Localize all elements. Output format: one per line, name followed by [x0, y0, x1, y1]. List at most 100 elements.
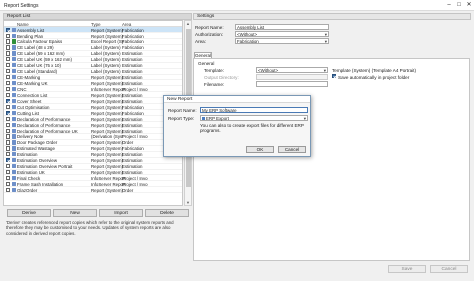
save-button[interactable]: Save [388, 265, 426, 273]
row-checkbox[interactable] [6, 170, 11, 175]
row-checkbox[interactable] [6, 146, 11, 151]
row-checkbox[interactable] [6, 86, 11, 92]
row-type: Label (System) [91, 69, 121, 75]
report-icon [11, 176, 16, 181]
row-area: Fabrication [122, 39, 144, 45]
row-name: CE-Marking [17, 75, 41, 81]
row-checkbox[interactable] [6, 81, 11, 86]
row-checkbox[interactable] [6, 51, 11, 56]
row-checkbox[interactable] [6, 33, 11, 38]
row-checkbox[interactable] [6, 152, 11, 157]
new-button[interactable]: New [53, 209, 97, 217]
row-checkbox[interactable] [6, 158, 11, 163]
dialog-ok-button[interactable]: OK [246, 146, 274, 153]
report-icon [11, 33, 16, 38]
report-icon [11, 63, 16, 68]
row-checkbox[interactable] [6, 122, 11, 127]
row-checkbox[interactable] [6, 69, 11, 74]
dialog-cancel-button[interactable]: Cancel [278, 146, 306, 153]
row-checkbox[interactable] [6, 164, 11, 169]
row-checkbox[interactable] [6, 63, 11, 68]
save-auto-check-icon[interactable] [332, 74, 337, 79]
row-checkbox[interactable] [6, 39, 11, 44]
dialog-hint: You can also to create export files for … [200, 123, 304, 133]
delete-button[interactable]: Delete [145, 209, 189, 217]
scroll-up-icon[interactable]: ▲ [185, 21, 191, 26]
table-row[interactable]: GlazOrder Report (System) Order [4, 187, 182, 194]
authorization-label: Authorization: [195, 32, 224, 37]
cancel-button[interactable]: Cancel [430, 265, 468, 273]
filename-label: Filename: [204, 82, 225, 87]
report-icon [11, 98, 16, 104]
row-type: Excel Report (Sy [91, 39, 124, 45]
authorization-select[interactable]: <Without> [235, 31, 329, 37]
report-icon [11, 75, 16, 80]
row-checkbox[interactable] [6, 134, 11, 139]
scroll-down-icon[interactable]: ▼ [185, 200, 191, 205]
row-checkbox[interactable] [6, 110, 11, 115]
row-checkbox[interactable] [6, 116, 11, 121]
row-checkbox[interactable] [6, 181, 11, 187]
row-checkbox[interactable] [6, 104, 11, 109]
report-icon [11, 116, 16, 121]
row-area: Estimation [122, 81, 143, 87]
row-type: InfoServer Report [91, 181, 126, 187]
row-type: Report (System) [91, 187, 123, 193]
output-directory-input [256, 74, 328, 80]
row-name: CE Label (48 x 29) [17, 45, 54, 51]
row-name: Estimated Wastage [17, 146, 55, 152]
row-area: Fabrication [122, 33, 144, 39]
report-icon [11, 81, 16, 86]
minimize-icon[interactable]: – [444, 1, 454, 9]
column-type[interactable]: Type [91, 22, 101, 27]
row-checkbox[interactable] [6, 57, 11, 62]
report-icon [11, 57, 16, 62]
import-button[interactable]: Import [99, 209, 143, 217]
row-checkbox[interactable] [6, 176, 11, 181]
report-list[interactable]: Name Type Area Assembly List Report (Syst… [3, 20, 183, 206]
report-list-header: Report List [3, 13, 192, 20]
row-type: Label (System) [91, 63, 121, 69]
row-name: Frame Sash Installation [17, 181, 64, 187]
row-area: Estimation [122, 122, 143, 128]
filename-input[interactable] [256, 81, 328, 87]
maximize-icon[interactable]: □ [454, 1, 464, 9]
derive-button[interactable]: Derive [7, 209, 51, 217]
settings-header: Settings [193, 13, 471, 20]
row-checkbox[interactable] [6, 75, 11, 80]
row-checkbox[interactable] [6, 187, 11, 193]
row-name: Calcula Facteur Epaiss [17, 39, 63, 45]
row-name: Declaration of Performance UK [17, 128, 78, 134]
column-area[interactable]: Area [122, 22, 131, 27]
row-checkbox[interactable] [6, 128, 11, 133]
row-checkbox[interactable] [6, 92, 11, 98]
report-icon [11, 69, 16, 74]
row-type: Report (System) [91, 98, 123, 104]
area-select[interactable]: Fabrication [235, 38, 329, 44]
column-name[interactable]: Name [17, 22, 29, 27]
report-name-input[interactable]: Assembly List [235, 24, 329, 30]
close-icon[interactable]: ✕ [464, 1, 474, 9]
row-checkbox[interactable] [6, 98, 11, 104]
save-auto-label: Save automatically in project folder [338, 75, 410, 80]
dialog-report-name-input[interactable]: My ERP Software [200, 107, 308, 113]
report-icon [11, 128, 16, 133]
row-checkbox[interactable] [6, 140, 11, 145]
row-name: Final Check [17, 176, 41, 182]
row-checkbox[interactable] [6, 45, 11, 50]
row-type: Label (System) [91, 57, 121, 63]
row-checkbox[interactable] [6, 27, 11, 32]
report-icon [11, 92, 16, 98]
row-area: Project / Invo [122, 176, 148, 182]
template-label: Template: [204, 68, 224, 73]
row-type: Report (System) [91, 170, 123, 176]
dialog-report-type-select[interactable]: ERP Export [200, 115, 308, 121]
report-icon [11, 45, 16, 50]
row-type: (Derivation (Syst [91, 134, 124, 140]
row-name: Cover Sheet [17, 98, 42, 104]
row-type: InfoServer Report [91, 86, 126, 92]
row-area: Estimation [122, 152, 143, 158]
template-select[interactable]: <Without> [256, 67, 328, 73]
report-icon [11, 140, 16, 145]
report-icon [11, 110, 16, 115]
